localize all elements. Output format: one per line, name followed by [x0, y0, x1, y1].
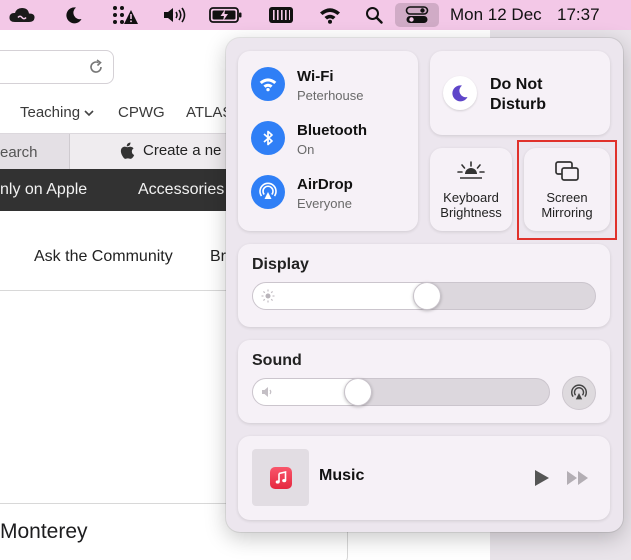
volume-slider-knob[interactable]: [344, 378, 372, 406]
keyboard-label-line2: Brightness: [440, 205, 502, 220]
nav-ask-community[interactable]: Ask the Community: [34, 248, 173, 266]
sun-icon: [261, 289, 275, 308]
airdrop-icon[interactable]: [251, 175, 285, 209]
menu-bar: Mon 12 Dec 17:37: [0, 0, 631, 30]
screen-mirroring-highlight: [517, 140, 617, 240]
wifi-network-name: Peterhouse: [297, 88, 364, 103]
reload-icon[interactable]: [87, 58, 105, 81]
wifi-toggle[interactable]: Wi-Fi Peterhouse: [251, 67, 411, 107]
play-icon[interactable]: [534, 469, 550, 492]
wifi-title: Wi-Fi: [297, 68, 334, 85]
chevron-down-icon: [84, 109, 94, 116]
tab-search[interactable]: earch: [0, 134, 70, 170]
favourite-teaching-label: Teaching: [20, 104, 81, 121]
dnd-label-line2: Disturb: [490, 96, 546, 113]
airdrop-toggle[interactable]: AirDrop Everyone: [251, 175, 411, 215]
network-tile: Wi-Fi Peterhouse Bluetooth On AirDrop Ev…: [238, 51, 418, 231]
airplay-audio-button[interactable]: [562, 376, 596, 410]
bluetooth-title: Bluetooth: [297, 122, 367, 139]
display-tile: Display: [238, 244, 610, 327]
speaker-icon: [261, 385, 275, 404]
battery-charging-icon[interactable]: [206, 0, 246, 30]
volume-icon[interactable]: [160, 0, 190, 30]
nav-accessories[interactable]: Accessories: [138, 181, 224, 199]
keyboard-brightness-icon: [430, 160, 512, 182]
control-centre-icon[interactable]: [395, 3, 439, 27]
favourite-cpwg[interactable]: CPWG: [118, 104, 165, 121]
airplay-audio-icon: [571, 384, 587, 400]
keyboard-label-line1: Keyboard: [443, 190, 499, 205]
fast-forward-icon[interactable]: [566, 470, 590, 491]
music-app-icon: [269, 466, 292, 489]
nav-br[interactable]: Br: [210, 248, 226, 266]
network-alert-icon[interactable]: [110, 0, 140, 30]
keyboard-icon[interactable]: [266, 0, 296, 30]
wifi-icon[interactable]: [316, 0, 344, 30]
dnd-label-line1: Do Not: [490, 76, 543, 93]
album-artwork[interactable]: [252, 449, 309, 506]
menu-bar-date[interactable]: Mon 12 Dec: [450, 0, 542, 30]
display-slider-knob[interactable]: [413, 282, 441, 310]
bluetooth-icon[interactable]: [251, 121, 285, 155]
nav-only-on-apple[interactable]: nly on Apple: [0, 181, 87, 199]
airdrop-title: AirDrop: [297, 176, 353, 193]
apple-logo-icon: [120, 142, 135, 159]
control-centre-panel: Wi-Fi Peterhouse Bluetooth On AirDrop Ev…: [226, 38, 623, 532]
address-bar[interactable]: [0, 50, 114, 84]
now-playing-title: Music: [319, 467, 365, 484]
volume-slider[interactable]: [252, 378, 550, 406]
now-playing-tile: Music: [238, 436, 610, 520]
display-title: Display: [252, 256, 309, 273]
menu-bar-time[interactable]: 17:37: [557, 0, 600, 30]
airdrop-visibility: Everyone: [297, 196, 352, 211]
keyboard-brightness-tile[interactable]: Keyboard Brightness: [430, 148, 512, 231]
bluetooth-status: On: [297, 142, 315, 157]
keyboard-brightness-label: Keyboard Brightness: [430, 190, 512, 220]
page-heading: Monterey: [0, 520, 88, 543]
tab-create[interactable]: Create a ne: [120, 142, 221, 159]
do-not-disturb-tile[interactable]: Do Not Disturb: [430, 51, 610, 135]
tab-create-label: Create a ne: [143, 142, 222, 159]
creative-cloud-icon[interactable]: [6, 0, 38, 30]
do-not-disturb-label: Do Not Disturb: [490, 75, 590, 115]
sound-title: Sound: [252, 352, 302, 369]
display-brightness-slider[interactable]: [252, 282, 596, 310]
favourite-teaching[interactable]: Teaching: [20, 104, 94, 121]
moon-icon[interactable]: [443, 76, 477, 110]
wifi-icon[interactable]: [251, 67, 285, 101]
search-icon[interactable]: [362, 0, 386, 30]
bluetooth-toggle[interactable]: Bluetooth On: [251, 121, 411, 161]
sound-tile: Sound: [238, 340, 610, 423]
moon-icon[interactable]: [62, 0, 86, 30]
